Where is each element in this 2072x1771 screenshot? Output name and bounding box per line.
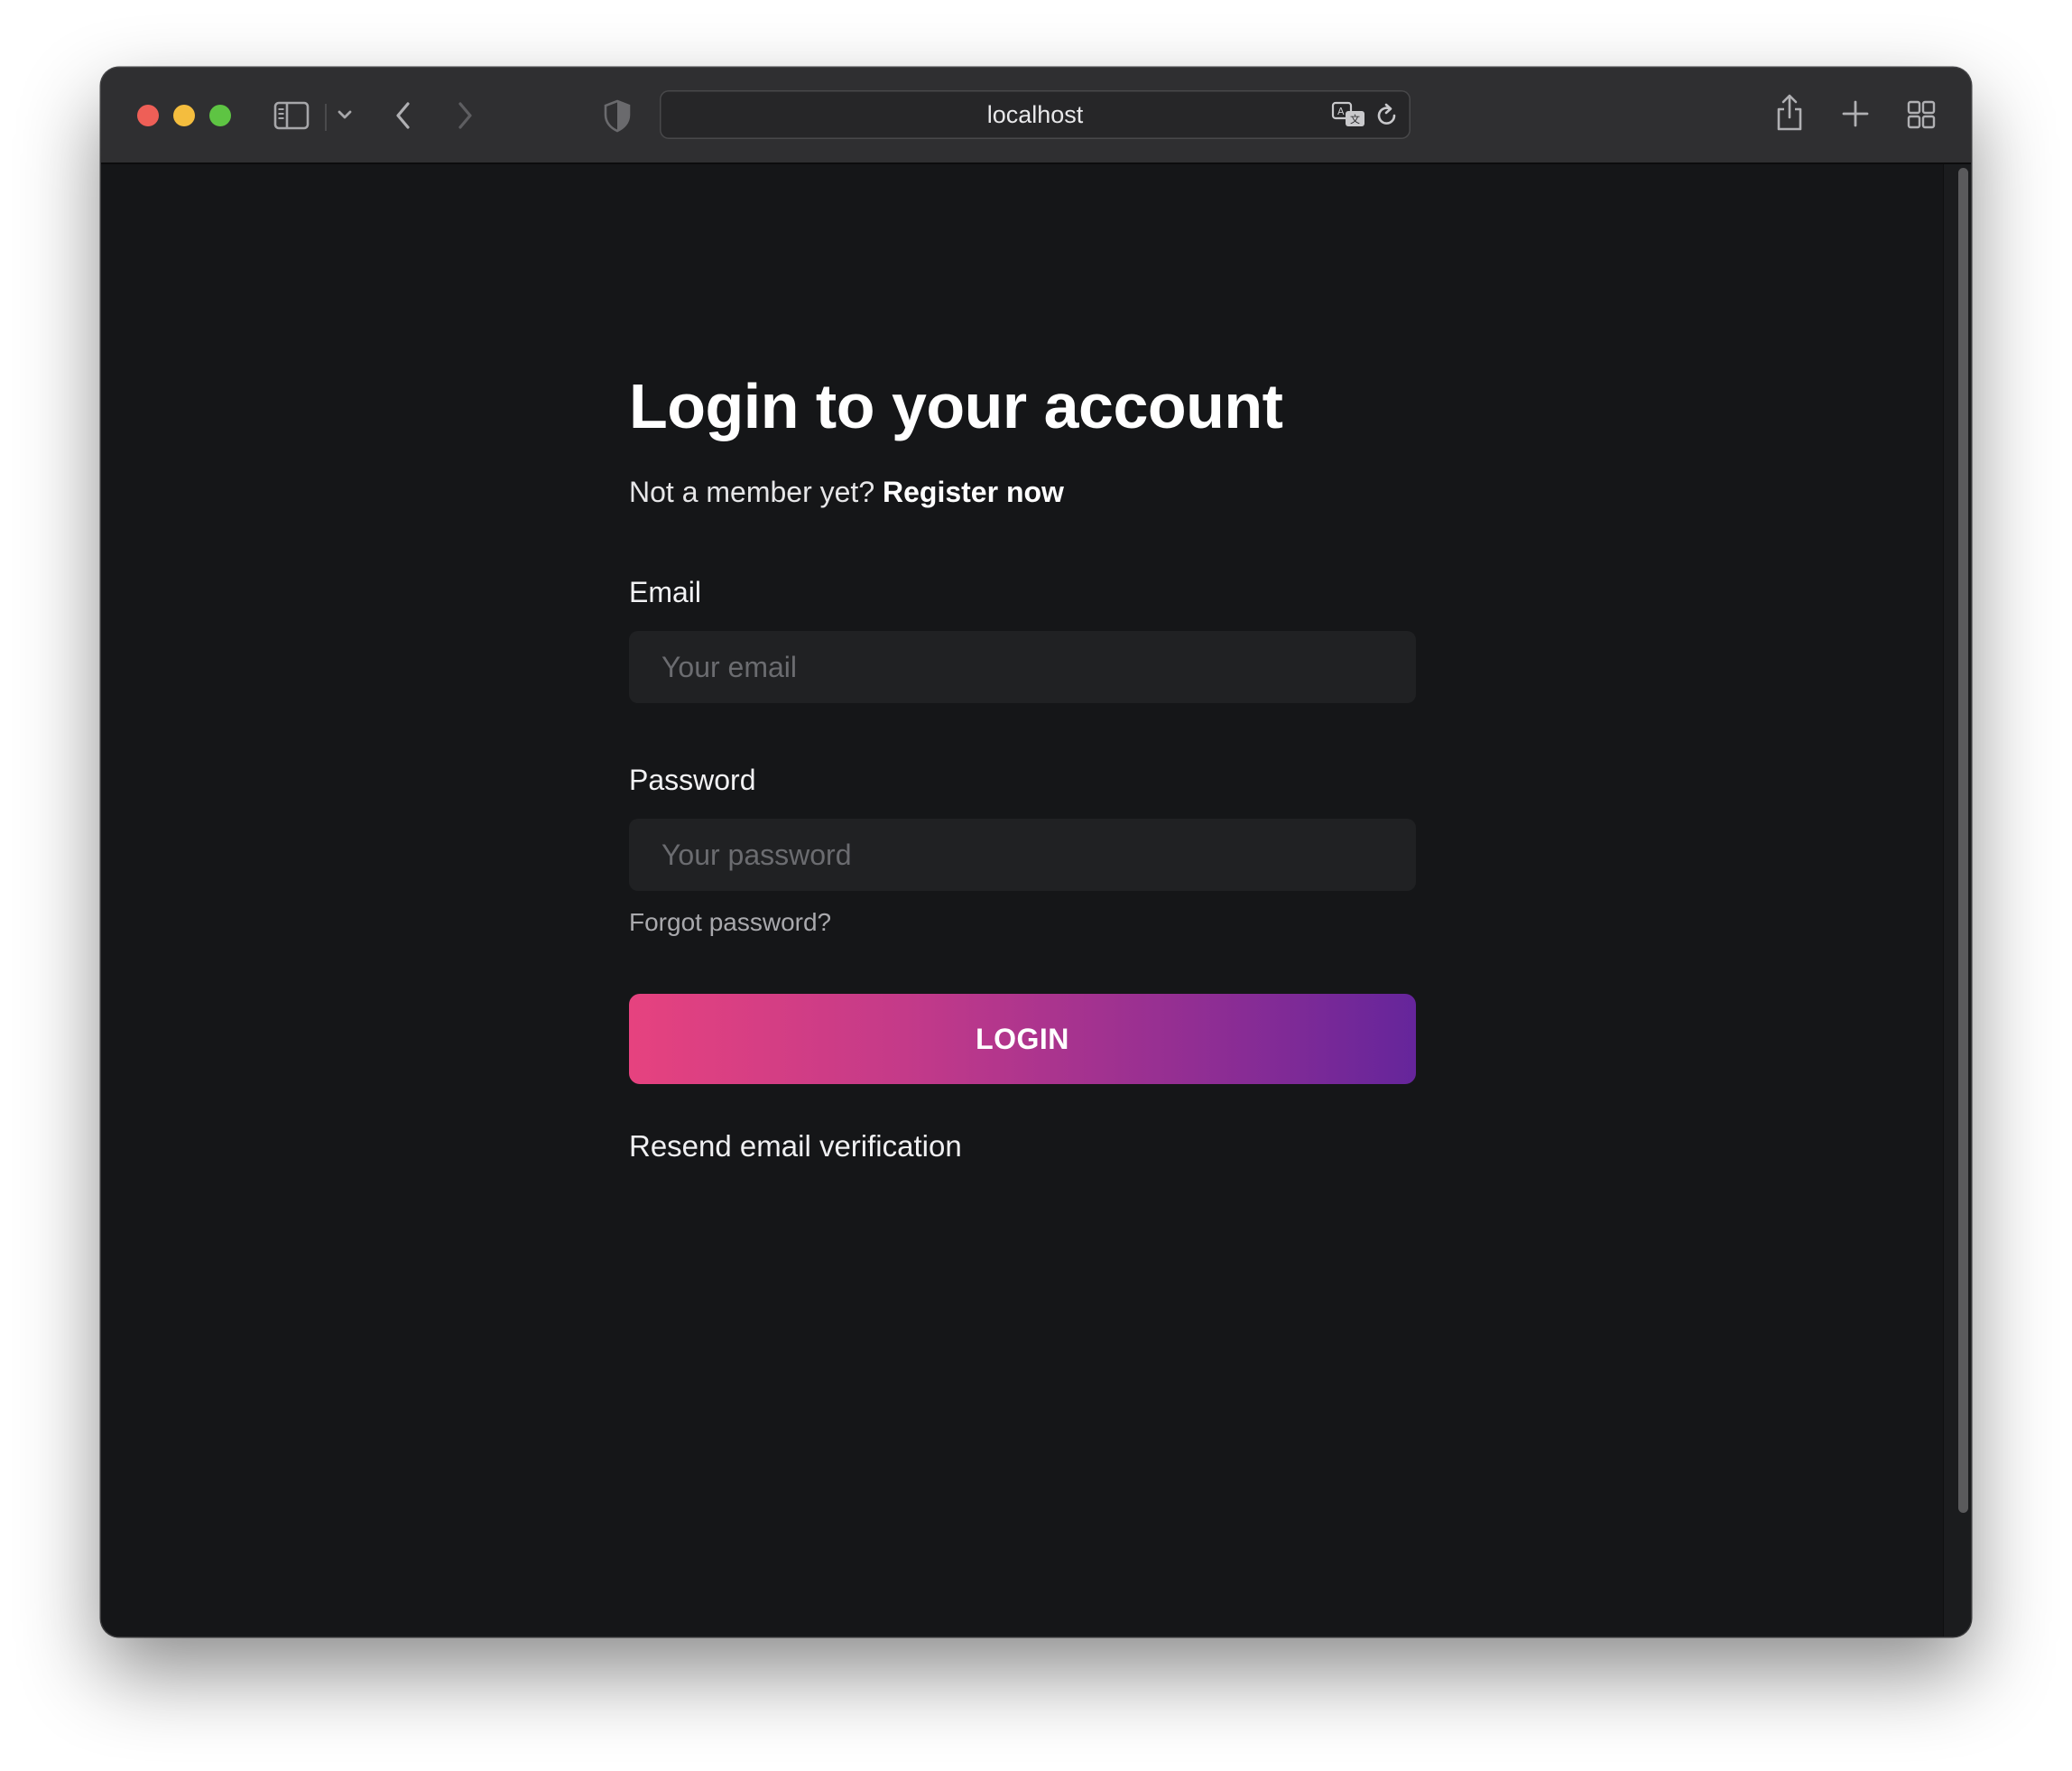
svg-text:A: A <box>1337 106 1345 117</box>
translate-icon[interactable]: A 文 <box>1331 101 1367 128</box>
browser-window: localhost A 文 Login to your account Not … <box>101 68 1971 1637</box>
address-text: localhost <box>986 101 1084 128</box>
email-label: Email <box>629 576 702 608</box>
svg-text:文: 文 <box>1350 113 1360 125</box>
minimize-window-button[interactable] <box>173 105 195 126</box>
page-content: Login to your account Not a member yet? … <box>101 164 1971 1637</box>
forgot-password-link[interactable]: Forgot password? <box>629 908 831 937</box>
email-input[interactable] <box>629 631 1416 703</box>
share-icon[interactable] <box>1773 93 1806 133</box>
password-input[interactable] <box>629 819 1416 891</box>
shield-icon[interactable] <box>602 98 633 133</box>
page-title: Login to your account <box>629 371 1283 441</box>
register-prompt-text: Not a member yet? <box>629 476 875 508</box>
password-label: Password <box>629 764 756 796</box>
sidebar-icon[interactable] <box>273 101 310 130</box>
close-window-button[interactable] <box>137 105 159 126</box>
chevron-right-icon[interactable] <box>454 99 476 132</box>
chevron-down-icon[interactable] <box>336 107 354 122</box>
scrollbar[interactable] <box>1943 164 1971 1637</box>
reload-icon[interactable] <box>1374 102 1400 129</box>
zoom-window-button[interactable] <box>209 105 231 126</box>
toolbar-divider <box>325 104 327 131</box>
address-bar[interactable]: localhost A 文 <box>660 90 1411 139</box>
grid-icon[interactable] <box>1906 99 1937 130</box>
login-button[interactable]: LOGIN <box>629 994 1416 1084</box>
register-link[interactable]: Register now <box>883 476 1064 508</box>
browser-toolbar: localhost A 文 <box>101 68 1971 164</box>
resend-verification-link[interactable]: Resend email verification <box>629 1129 962 1164</box>
scrollbar-thumb[interactable] <box>1958 168 1968 1513</box>
plus-icon[interactable] <box>1841 99 1870 128</box>
chevron-left-icon[interactable] <box>393 99 414 132</box>
register-prompt: Not a member yet? Register now <box>629 476 1064 509</box>
